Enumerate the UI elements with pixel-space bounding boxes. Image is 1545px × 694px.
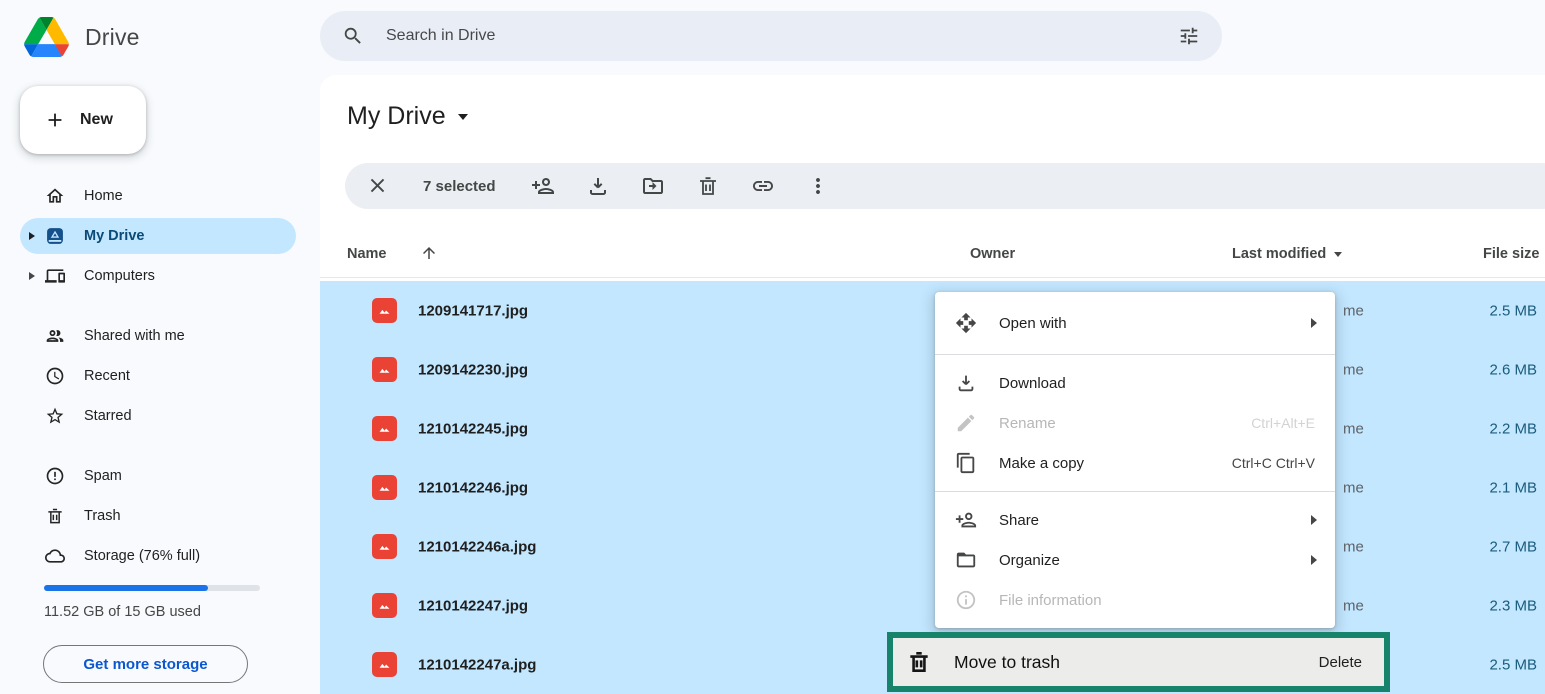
- chevron-down-icon: [458, 114, 468, 120]
- sidebar-item-storage[interactable]: Storage (76% full): [20, 538, 296, 574]
- storage-usage-text: 11.52 GB of 15 GB used: [44, 604, 201, 620]
- menu-item-organize[interactable]: Organize: [935, 540, 1335, 580]
- download-button[interactable]: [586, 174, 610, 198]
- app-title: Drive: [85, 24, 140, 51]
- sidebar-item-shared-with-me[interactable]: Shared with me: [20, 318, 296, 354]
- file-row[interactable]: 1210142247.jpg me 2.3 MB: [320, 576, 1545, 635]
- my-drive-icon: [45, 226, 65, 246]
- sidebar-item-recent[interactable]: Recent: [20, 358, 296, 394]
- menu-item-open-with[interactable]: Open with: [935, 300, 1335, 346]
- file-row[interactable]: 1209142230.jpg me 2.6 MB: [320, 340, 1545, 399]
- storage-progress-bar: [44, 585, 260, 591]
- sidebar-item-computers[interactable]: Computers: [20, 258, 296, 294]
- context-menu: Open with Download Rename Ctrl+Alt+E: [935, 292, 1335, 628]
- file-row[interactable]: 1209141717.jpg me 2.5 MB: [320, 281, 1545, 340]
- trash-icon: [45, 506, 65, 526]
- menu-item-share[interactable]: Share: [935, 500, 1335, 540]
- share-button[interactable]: [531, 174, 555, 198]
- share-person-add-icon: [955, 509, 977, 531]
- image-file-icon: [372, 593, 397, 618]
- image-file-icon: [372, 475, 397, 500]
- image-file-icon: [372, 416, 397, 441]
- more-actions-button[interactable]: [806, 174, 830, 198]
- image-file-icon: [372, 357, 397, 382]
- file-row[interactable]: 1210142246.jpg me 2.1 MB: [320, 458, 1545, 517]
- sidebar: Drive New Home: [0, 0, 320, 693]
- rename-icon: [955, 412, 977, 434]
- copy-icon: [955, 452, 977, 474]
- search-input[interactable]: Search in Drive: [386, 27, 1178, 45]
- menu-item-rename: Rename Ctrl+Alt+E: [935, 403, 1335, 443]
- move-to-folder-button[interactable]: [641, 174, 665, 198]
- image-file-icon: [372, 298, 397, 323]
- menu-item-move-to-trash[interactable]: Move to trash Delete: [893, 638, 1384, 686]
- sidebar-item-starred[interactable]: Starred: [20, 398, 296, 434]
- trash-icon: [906, 649, 932, 675]
- computers-icon: [45, 266, 65, 286]
- google-drive-window: Drive New Home: [0, 0, 1545, 693]
- submenu-arrow-icon: [1311, 515, 1317, 525]
- sidebar-nav: Home My Drive Computers: [0, 178, 320, 578]
- file-row[interactable]: 1210142245.jpg me 2.2 MB: [320, 399, 1545, 458]
- get-more-storage-button[interactable]: Get more storage: [43, 645, 248, 683]
- page-title: My Drive: [347, 102, 446, 131]
- plus-icon: [44, 109, 66, 131]
- star-icon: [45, 406, 65, 426]
- submenu-arrow-icon: [1311, 318, 1317, 328]
- storage-progress-fill: [44, 585, 208, 591]
- open-with-icon: [955, 312, 977, 334]
- drive-logo: Drive: [0, 0, 320, 60]
- column-header-owner[interactable]: Owner: [970, 246, 1015, 262]
- sidebar-item-spam[interactable]: Spam: [20, 458, 296, 494]
- expand-caret-icon[interactable]: [29, 272, 35, 280]
- spam-icon: [45, 466, 65, 486]
- annotation-highlight-box: Move to trash Delete: [887, 632, 1390, 692]
- selection-toolbar: 7 selected: [345, 163, 1545, 209]
- column-header-size[interactable]: File size: [1483, 246, 1539, 262]
- search-bar[interactable]: Search in Drive: [320, 11, 1222, 61]
- clear-selection-button[interactable]: [366, 174, 390, 198]
- search-options-icon[interactable]: [1178, 25, 1200, 47]
- sort-descending-icon: [1334, 252, 1342, 257]
- copy-link-button[interactable]: [751, 174, 775, 198]
- sort-ascending-icon[interactable]: [420, 244, 438, 262]
- main-content: My Drive 7 selected: [320, 75, 1545, 693]
- menu-item-download[interactable]: Download: [935, 363, 1335, 403]
- column-header-modified[interactable]: Last modified: [1232, 246, 1342, 262]
- sidebar-item-my-drive[interactable]: My Drive: [20, 218, 296, 254]
- view-title-dropdown[interactable]: My Drive: [347, 102, 468, 131]
- expand-caret-icon[interactable]: [29, 232, 35, 240]
- image-file-icon: [372, 652, 397, 677]
- drive-logo-icon: [24, 17, 69, 57]
- download-icon: [955, 372, 977, 394]
- table-header: Name Owner Last modified File size: [320, 235, 1545, 278]
- info-icon: [955, 589, 977, 611]
- menu-item-file-information: File information: [935, 580, 1335, 620]
- people-icon: [45, 326, 65, 346]
- folder-open-icon: [955, 549, 977, 571]
- sidebar-item-home[interactable]: Home: [20, 178, 296, 214]
- search-icon[interactable]: [342, 25, 364, 47]
- sidebar-item-trash[interactable]: Trash: [20, 498, 296, 534]
- image-file-icon: [372, 534, 397, 559]
- clock-icon: [45, 366, 65, 386]
- submenu-arrow-icon: [1311, 555, 1317, 565]
- file-row[interactable]: 1210142246a.jpg me 2.7 MB: [320, 517, 1545, 576]
- selection-count: 7 selected: [423, 178, 496, 195]
- cloud-icon: [45, 546, 65, 566]
- menu-item-make-a-copy[interactable]: Make a copy Ctrl+C Ctrl+V: [935, 443, 1335, 483]
- column-header-name[interactable]: Name: [347, 246, 387, 262]
- new-button[interactable]: New: [20, 86, 146, 154]
- home-icon: [45, 186, 65, 206]
- trash-button[interactable]: [696, 174, 720, 198]
